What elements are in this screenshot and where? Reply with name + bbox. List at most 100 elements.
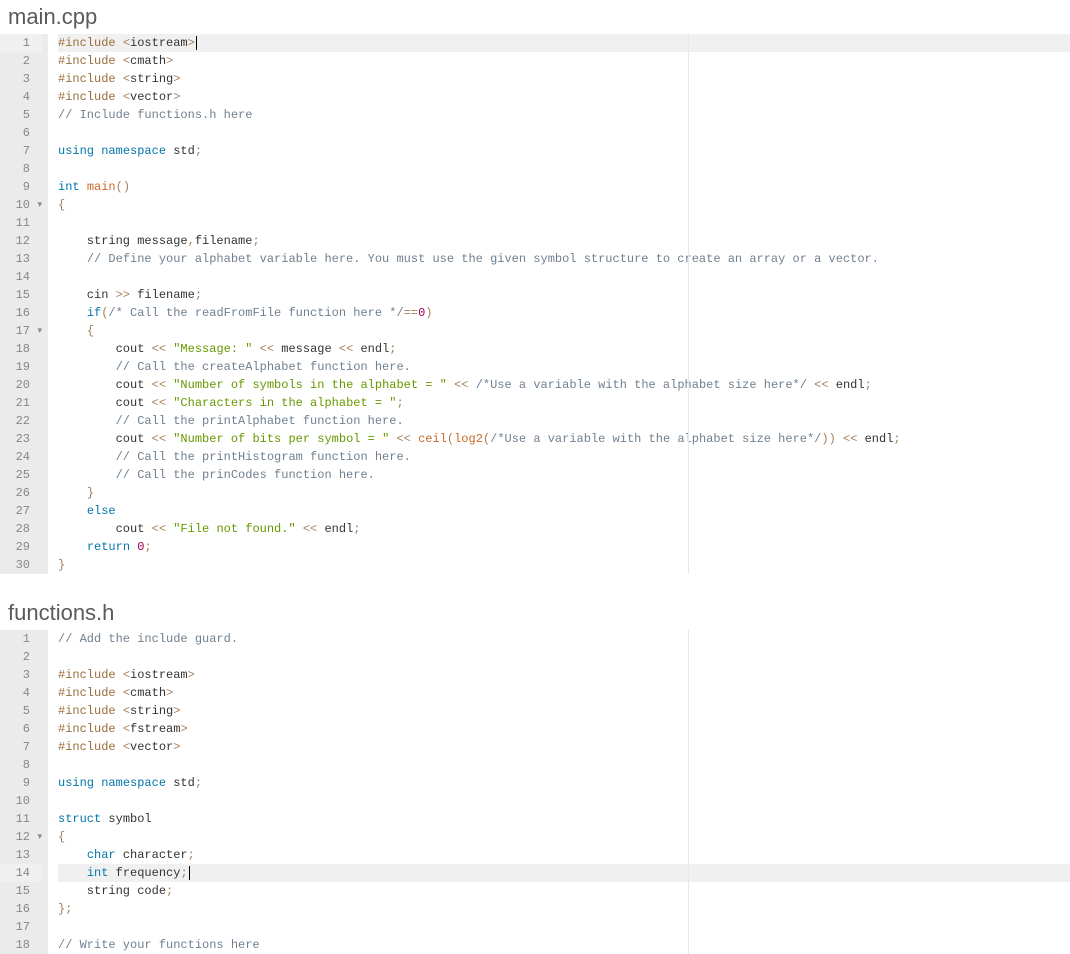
fold-icon[interactable]: ▾ — [34, 828, 42, 846]
line-number: 1 — [0, 34, 42, 52]
code-line[interactable]: cin >> filename; — [58, 286, 1070, 304]
code-token: return — [87, 538, 130, 556]
code-area[interactable]: // Add the include guard. #include <iostr… — [48, 630, 1070, 954]
code-token: #include — [58, 88, 123, 106]
code-line[interactable]: string message,filename; — [58, 232, 1070, 250]
code-line[interactable]: cout << "Message: " << message << endl; — [58, 340, 1070, 358]
code-line[interactable]: // Define your alphabet variable here. Y… — [58, 250, 1070, 268]
code-line[interactable]: // Call the createAlphabet function here… — [58, 358, 1070, 376]
code-line[interactable]: #include <iostream> — [58, 666, 1070, 684]
code-token: string — [130, 702, 173, 720]
code-line[interactable]: // Include functions.h here — [58, 106, 1070, 124]
code-token: > — [173, 738, 180, 756]
code-editor[interactable]: 12345678910▾11121314151617▾1819202122232… — [0, 34, 1070, 574]
code-line[interactable]: #include <fstream> — [58, 720, 1070, 738]
code-token: // Write your functions here — [58, 936, 260, 954]
code-token: string — [130, 70, 173, 88]
code-token: ; — [144, 538, 151, 556]
code-line[interactable]: }; — [58, 900, 1070, 918]
code-line[interactable]: // Add the include guard. — [58, 630, 1070, 648]
code-line[interactable]: int main() — [58, 178, 1070, 196]
code-line[interactable]: #include <vector> — [58, 738, 1070, 756]
code-token: // Add the include guard. — [58, 630, 238, 648]
code-line[interactable]: struct symbol — [58, 810, 1070, 828]
code-token — [58, 846, 87, 864]
code-token: endl — [857, 430, 893, 448]
code-line[interactable]: else — [58, 502, 1070, 520]
code-token: << — [303, 520, 317, 538]
code-line[interactable]: cout << "Characters in the alphabet = "; — [58, 394, 1070, 412]
code-line[interactable]: } — [58, 484, 1070, 502]
code-token: > — [173, 702, 180, 720]
code-token: cmath — [130, 52, 166, 70]
code-line[interactable]: cout << "File not found." << endl; — [58, 520, 1070, 538]
code-line[interactable]: #include <iostream> — [58, 34, 1070, 52]
code-line[interactable] — [58, 756, 1070, 774]
code-token: << — [152, 430, 166, 448]
code-token: #include — [58, 34, 123, 52]
code-line[interactable]: #include <vector> — [58, 88, 1070, 106]
code-token: << — [396, 430, 410, 448]
code-line[interactable]: { — [58, 196, 1070, 214]
code-line[interactable]: #include <cmath> — [58, 52, 1070, 70]
code-token — [94, 774, 101, 792]
code-line[interactable]: // Call the printAlphabet function here. — [58, 412, 1070, 430]
code-token: << — [454, 376, 468, 394]
code-token — [389, 430, 396, 448]
code-line[interactable]: if(/* Call the readFromFile function her… — [58, 304, 1070, 322]
code-token: > — [173, 70, 180, 88]
code-editor[interactable]: 123456789101112▾131415161718// Add the i… — [0, 630, 1070, 954]
code-token: > — [188, 34, 195, 52]
code-token: #include — [58, 52, 123, 70]
code-token: int — [58, 178, 80, 196]
code-line[interactable]: // Write your functions here — [58, 936, 1070, 954]
code-line[interactable]: } — [58, 556, 1070, 574]
code-area[interactable]: #include <iostream>#include <cmath>#incl… — [48, 34, 1070, 574]
code-token: #include — [58, 702, 123, 720]
code-line[interactable] — [58, 160, 1070, 178]
code-token: cout — [58, 520, 152, 538]
code-token: cout — [58, 340, 152, 358]
code-line[interactable]: cout << "Number of bits per symbol = " <… — [58, 430, 1070, 448]
code-token: ; — [252, 232, 259, 250]
code-line[interactable]: int frequency; — [58, 864, 1070, 882]
code-token — [58, 502, 87, 520]
code-line[interactable]: using namespace std; — [58, 774, 1070, 792]
code-line[interactable]: { — [58, 828, 1070, 846]
code-line[interactable]: #include <string> — [58, 702, 1070, 720]
code-token: using — [58, 774, 94, 792]
code-line[interactable]: #include <cmath> — [58, 684, 1070, 702]
code-line[interactable]: // Call the printHistogram function here… — [58, 448, 1070, 466]
fold-icon[interactable]: ▾ — [34, 196, 42, 214]
code-line[interactable]: string code; — [58, 882, 1070, 900]
line-number: 10 — [0, 792, 42, 810]
code-token: < — [123, 52, 130, 70]
code-token: // Call the printAlphabet function here. — [116, 412, 404, 430]
code-line[interactable]: cout << "Number of symbols in the alphab… — [58, 376, 1070, 394]
line-number: 6 — [0, 720, 42, 738]
code-token: using — [58, 142, 94, 160]
code-token: ; — [893, 430, 900, 448]
code-token: iostream — [130, 34, 188, 52]
code-line[interactable]: { — [58, 322, 1070, 340]
code-line[interactable] — [58, 792, 1070, 810]
fold-icon[interactable]: ▾ — [34, 322, 42, 340]
code-token: ; — [865, 376, 872, 394]
code-line[interactable]: char character; — [58, 846, 1070, 864]
code-line[interactable] — [58, 268, 1070, 286]
code-line[interactable]: #include <string> — [58, 70, 1070, 88]
code-line[interactable] — [58, 648, 1070, 666]
code-token: "File not found." — [173, 520, 295, 538]
code-token: < — [123, 702, 130, 720]
code-line[interactable]: return 0; — [58, 538, 1070, 556]
code-token: #include — [58, 70, 123, 88]
code-line[interactable]: using namespace std; — [58, 142, 1070, 160]
code-line[interactable] — [58, 214, 1070, 232]
line-number: 17▾ — [0, 322, 42, 340]
code-token: cmath — [130, 684, 166, 702]
code-line[interactable]: // Call the prinCodes function here. — [58, 466, 1070, 484]
code-line[interactable] — [58, 918, 1070, 936]
code-token: << — [152, 340, 166, 358]
code-token: char — [87, 846, 116, 864]
code-line[interactable] — [58, 124, 1070, 142]
